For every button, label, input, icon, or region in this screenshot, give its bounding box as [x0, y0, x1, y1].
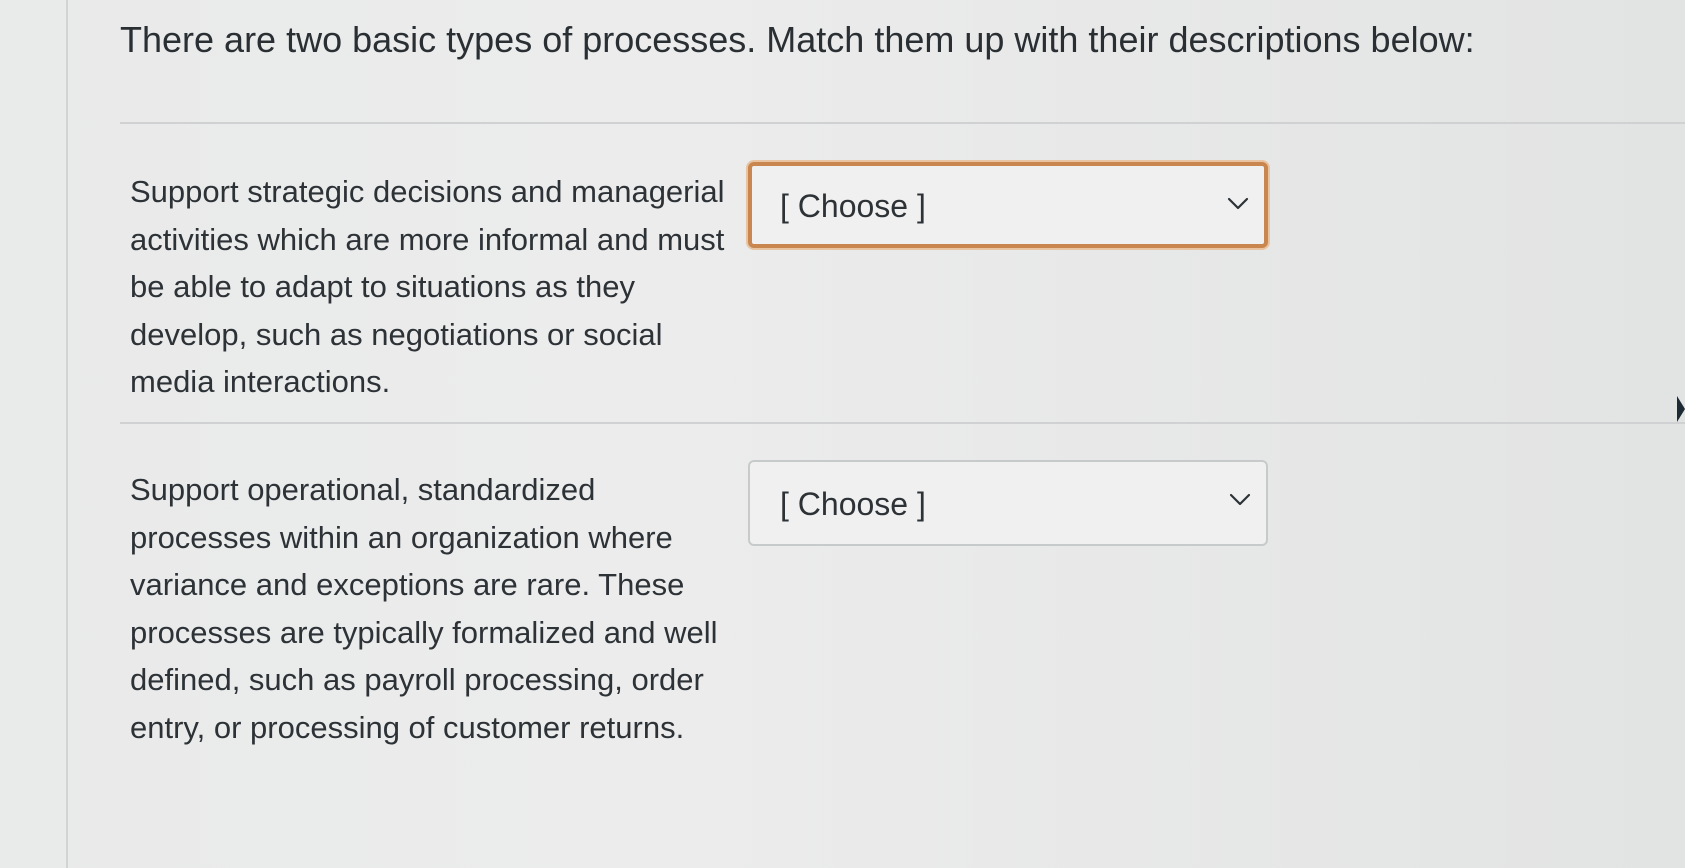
caret-right-icon[interactable] — [1677, 396, 1685, 422]
match-item: Support strategic decisions and manageri… — [130, 168, 730, 406]
answer-dropdown-1[interactable]: [ Choose ] — [748, 162, 1268, 248]
chevron-down-icon — [1227, 197, 1249, 210]
chevron-down-icon — [1229, 493, 1251, 506]
dropdown-value: [ Choose ] — [780, 486, 926, 522]
divider — [120, 122, 1685, 124]
question-prompt: There are two basic types of processes. … — [120, 19, 1475, 60]
quiz-page: There are two basic types of processes. … — [0, 0, 1685, 868]
left-border — [66, 0, 68, 868]
match-description: Support strategic decisions and manageri… — [130, 174, 725, 399]
match-description: Support operational, standardized proces… — [130, 472, 718, 745]
dropdown-value: [ Choose ] — [780, 188, 926, 224]
answer-dropdown-2[interactable]: [ Choose ] — [748, 460, 1268, 546]
match-item: Support operational, standardized proces… — [130, 466, 730, 751]
divider — [120, 422, 1685, 424]
